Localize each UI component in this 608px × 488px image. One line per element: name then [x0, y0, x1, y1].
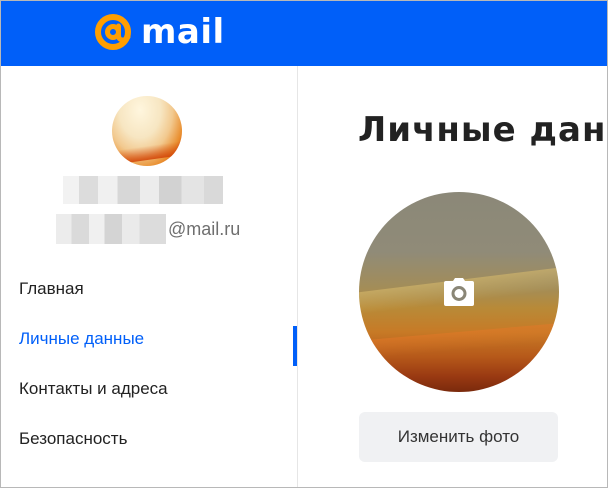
- sidebar: @mail.ru Главная Личные данные Контакты …: [1, 66, 298, 487]
- main-content: Личные данные Изменить фото: [298, 66, 607, 487]
- username-redacted: [63, 176, 223, 204]
- camera-icon[interactable]: [443, 277, 475, 307]
- email-domain: @mail.ru: [168, 218, 241, 239]
- avatar[interactable]: [112, 96, 182, 166]
- sidebar-item-personal-data[interactable]: Личные данные: [1, 326, 297, 376]
- sidebar-item-home[interactable]: Главная: [1, 276, 297, 326]
- page-title: Личные данные: [358, 110, 607, 150]
- change-photo-button[interactable]: Изменить фото: [359, 412, 558, 462]
- sidebar-item-label: Контакты и адреса: [19, 379, 168, 398]
- profile-photo[interactable]: [359, 192, 559, 392]
- sidebar-item-label: Личные данные: [19, 329, 145, 348]
- sidebar-item-label: Безопасность: [19, 429, 128, 448]
- email-row: @mail.ru: [56, 214, 240, 244]
- mail-logo[interactable]: mail: [93, 12, 225, 52]
- sidebar-item-label: Главная: [19, 279, 84, 298]
- top-header: mail: [1, 1, 607, 66]
- at-sign-icon: [95, 14, 131, 50]
- window: mail @mail.ru Главная Личные данные Конт…: [0, 0, 608, 488]
- email-local-redacted: [56, 214, 166, 244]
- logo-wordmark: mail: [141, 12, 225, 52]
- sidebar-item-contacts[interactable]: Контакты и адреса: [1, 376, 297, 426]
- sidebar-nav: Главная Личные данные Контакты и адреса …: [1, 276, 297, 476]
- sidebar-item-security[interactable]: Безопасность: [1, 426, 297, 476]
